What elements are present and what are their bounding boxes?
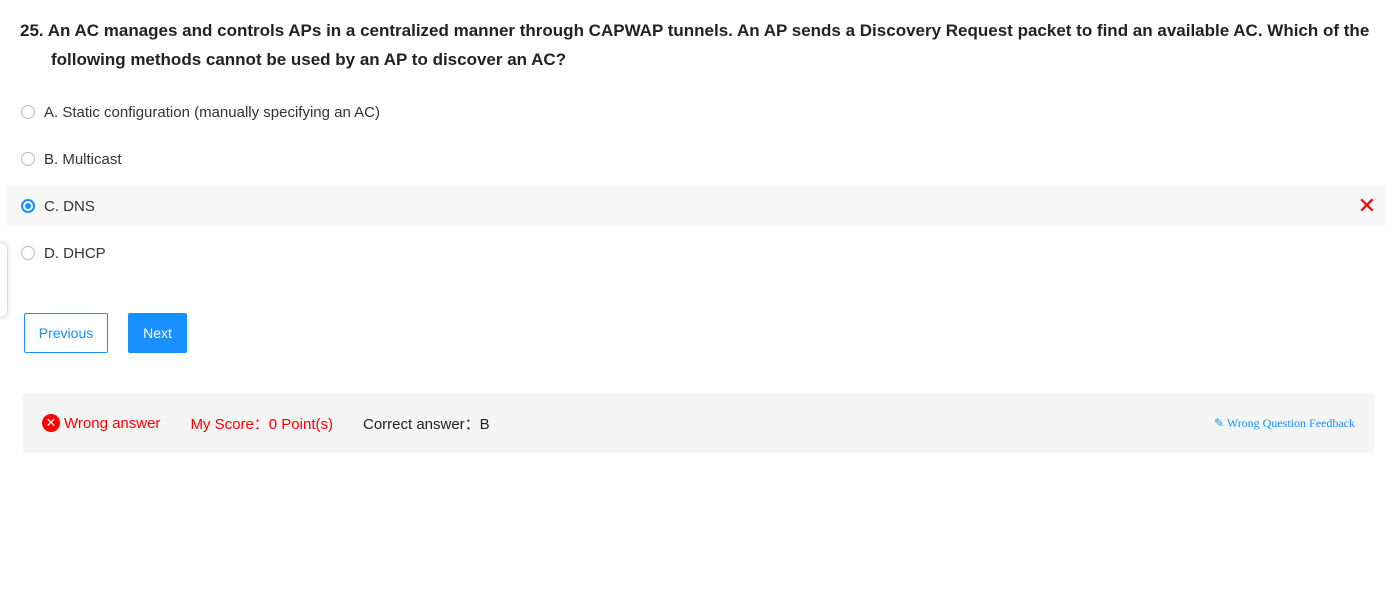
option-a[interactable]: A. Static configuration (manually specif…: [6, 92, 1386, 132]
wrong-x-icon: ✕: [1357, 193, 1376, 218]
next-button[interactable]: Next: [128, 313, 187, 353]
radio-b[interactable]: [21, 152, 35, 166]
previous-button[interactable]: Previous: [24, 313, 108, 353]
result-status: Wrong answer: [64, 414, 161, 432]
option-label: D. DHCP: [44, 244, 106, 262]
option-label: B. Multicast: [44, 150, 122, 168]
option-c[interactable]: C. DNS ✕: [6, 186, 1386, 226]
correct-answer: Correct answer：B: [362, 415, 490, 433]
error-circle-icon: ✕: [42, 414, 60, 432]
option-d[interactable]: D. DHCP: [6, 233, 1386, 273]
option-label: C. DNS: [44, 197, 95, 215]
edit-icon: ✎: [1213, 415, 1225, 430]
radio-a[interactable]: [21, 105, 35, 119]
option-label: A. Static configuration (manually specif…: [44, 103, 380, 121]
radio-d[interactable]: [21, 246, 35, 260]
radio-c[interactable]: [21, 199, 35, 213]
feedback-label: Wrong Question Feedback: [1226, 415, 1355, 430]
option-b[interactable]: B. Multicast: [6, 139, 1386, 179]
my-score: My Score：0 Point(s): [190, 415, 333, 433]
question-text: 25. An AC manages and controls APs in a …: [20, 21, 1370, 69]
wrong-question-feedback-link[interactable]: ✎ Wrong Question Feedback: [1214, 416, 1355, 431]
side-drawer-handle[interactable]: [0, 242, 8, 318]
result-panel: ✕ Wrong answer My Score：0 Point(s) Corre…: [23, 393, 1374, 453]
